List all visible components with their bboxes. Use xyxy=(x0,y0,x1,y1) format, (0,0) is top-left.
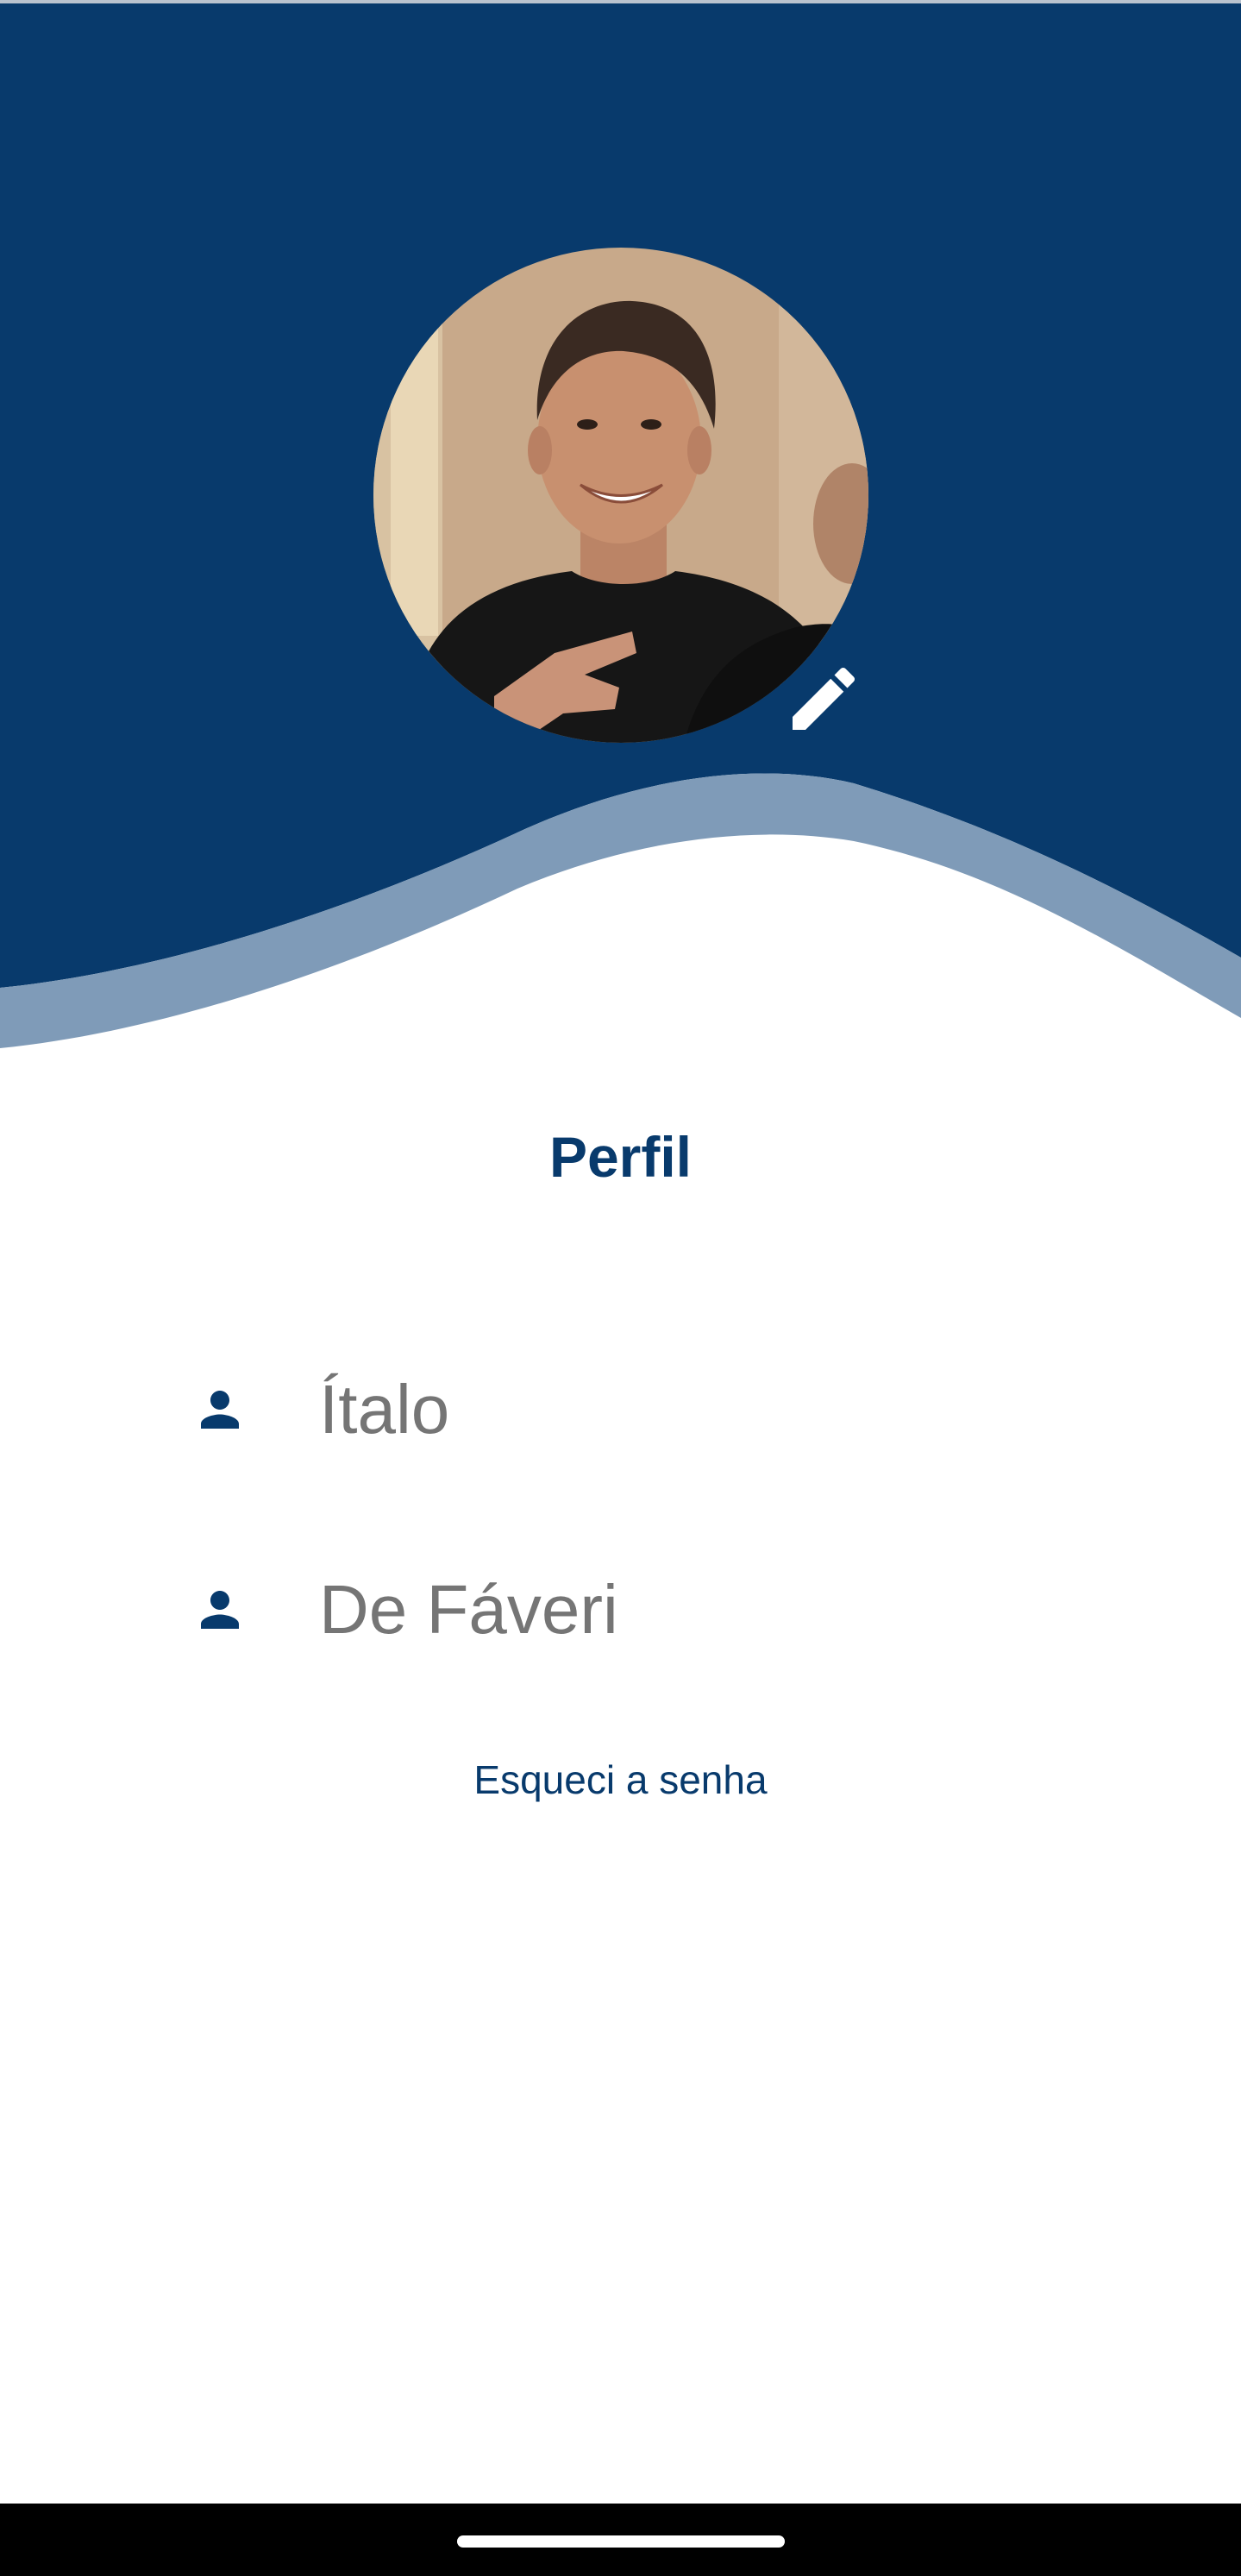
first-name-field[interactable]: Ítalo xyxy=(191,1358,1054,1461)
first-name-input[interactable]: Ítalo xyxy=(319,1375,992,1444)
home-indicator[interactable] xyxy=(457,2535,785,2548)
pencil-icon xyxy=(793,667,856,730)
last-name-input[interactable]: De Fáveri xyxy=(319,1575,992,1644)
page-title: Perfil xyxy=(548,1125,693,1189)
person-icon xyxy=(201,1591,239,1629)
profile-screen: Perfil Ítalo De Fáveri Esqueci a senha xyxy=(0,0,1241,2576)
forgot-password-link[interactable]: Esqueci a senha xyxy=(0,1760,1241,1800)
system-navigation-bar xyxy=(0,2504,1241,2576)
edit-photo-button[interactable] xyxy=(782,657,865,740)
last-name-field[interactable]: De Fáveri xyxy=(191,1558,1054,1662)
person-icon xyxy=(201,1391,239,1429)
